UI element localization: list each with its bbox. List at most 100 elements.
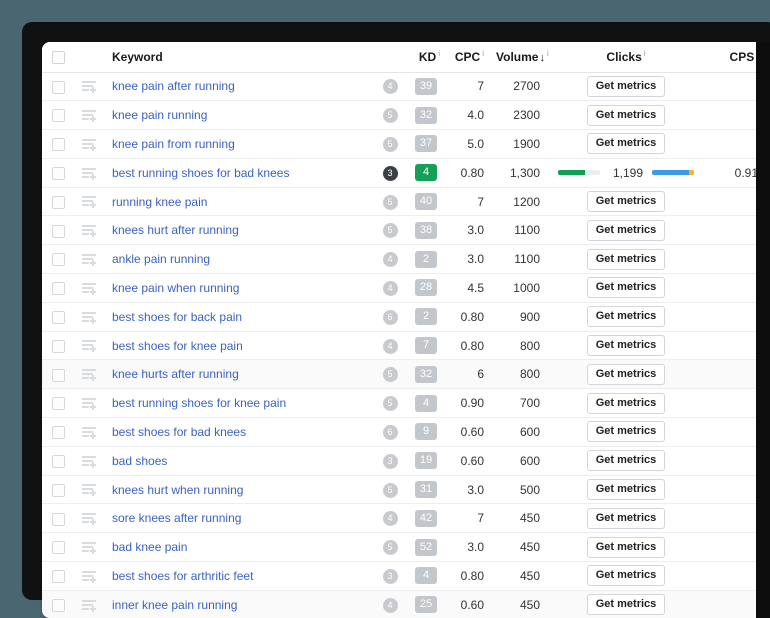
row-checkbox[interactable] [52, 599, 65, 612]
clicks-cell[interactable]: Get metrics [546, 101, 706, 130]
clicks-cell[interactable]: 1,199 [546, 158, 706, 187]
table-row[interactable]: knee pain after running43972700Get metri… [42, 72, 770, 101]
add-to-list-cell[interactable] [74, 302, 104, 331]
add-to-list-icon[interactable] [82, 283, 96, 295]
add-to-list-icon[interactable] [82, 81, 96, 93]
keyword-link[interactable]: best shoes for back pain [112, 310, 242, 324]
row-select-cell[interactable] [42, 101, 74, 130]
table-row[interactable]: knees hurt when running5313.0500Get metr… [42, 475, 770, 504]
clicks-cell[interactable]: Get metrics [546, 504, 706, 533]
clicks-cell[interactable]: Get metrics [546, 245, 706, 274]
add-to-list-icon[interactable] [82, 571, 96, 583]
get-metrics-button[interactable]: Get metrics [587, 191, 666, 212]
table-row[interactable]: best shoes for arthritic feet340.80450Ge… [42, 562, 770, 591]
get-metrics-button[interactable]: Get metrics [587, 508, 666, 529]
get-metrics-button[interactable]: Get metrics [587, 421, 666, 442]
table-row[interactable]: best running shoes for bad knees340.801,… [42, 158, 770, 187]
volume-info-icon[interactable]: i [547, 49, 549, 58]
row-checkbox[interactable] [52, 484, 65, 497]
keyword-link[interactable]: knees hurt when running [112, 483, 243, 497]
row-checkbox[interactable] [52, 109, 65, 122]
get-metrics-button[interactable]: Get metrics [587, 277, 666, 298]
add-to-list-icon[interactable] [82, 340, 96, 352]
clicks-cell[interactable]: Get metrics [546, 446, 706, 475]
table-row[interactable]: knee pain from running5375.01900Get metr… [42, 130, 770, 159]
add-to-list-cell[interactable] [74, 533, 104, 562]
get-metrics-button[interactable]: Get metrics [587, 479, 666, 500]
table-row[interactable]: sore knees after running4427450Get metri… [42, 504, 770, 533]
keyword-link[interactable]: best shoes for bad knees [112, 425, 246, 439]
clicks-cell[interactable]: Get metrics [546, 274, 706, 303]
select-all-header[interactable] [42, 42, 74, 72]
get-metrics-button[interactable]: Get metrics [587, 220, 666, 241]
add-to-list-cell[interactable] [74, 562, 104, 591]
get-metrics-button[interactable]: Get metrics [587, 393, 666, 414]
row-select-cell[interactable] [42, 562, 74, 591]
row-checkbox[interactable] [52, 455, 65, 468]
table-row[interactable]: ankle pain running423.01100Get metrics [42, 245, 770, 274]
row-checkbox[interactable] [52, 541, 65, 554]
add-to-list-icon[interactable] [82, 312, 96, 324]
clicks-cell[interactable]: Get metrics [546, 360, 706, 389]
add-to-list-icon[interactable] [82, 427, 96, 439]
row-checkbox[interactable] [52, 81, 65, 94]
row-select-cell[interactable] [42, 533, 74, 562]
row-checkbox[interactable] [52, 225, 65, 238]
column-header-volume[interactable]: Volume↓i [490, 42, 546, 72]
select-all-checkbox[interactable] [52, 51, 65, 64]
add-to-list-icon[interactable] [82, 513, 96, 525]
get-metrics-button[interactable]: Get metrics [587, 537, 666, 558]
row-select-cell[interactable] [42, 360, 74, 389]
clicks-cell[interactable]: Get metrics [546, 389, 706, 418]
row-select-cell[interactable] [42, 446, 74, 475]
row-select-cell[interactable] [42, 130, 74, 159]
get-metrics-button[interactable]: Get metrics [587, 335, 666, 356]
clicks-cell[interactable]: Get metrics [546, 590, 706, 618]
keyword-link[interactable]: knee pain when running [112, 281, 239, 295]
cpc-info-icon[interactable]: i [482, 49, 484, 58]
keyword-link[interactable]: best shoes for knee pain [112, 339, 243, 353]
keyword-link[interactable]: knee pain from running [112, 137, 235, 151]
table-row[interactable]: bad knee pain5523.0450Get metrics [42, 533, 770, 562]
add-to-list-cell[interactable] [74, 590, 104, 618]
table-row[interactable]: knees hurt after running5383.01100Get me… [42, 216, 770, 245]
table-row[interactable]: knee pain running5324.02300Get metrics [42, 101, 770, 130]
get-metrics-button[interactable]: Get metrics [587, 76, 666, 97]
add-to-list-icon[interactable] [82, 542, 96, 554]
keyword-link[interactable]: knee hurts after running [112, 367, 239, 381]
row-checkbox[interactable] [52, 138, 65, 151]
keyword-link[interactable]: bad knee pain [112, 540, 187, 554]
row-select-cell[interactable] [42, 331, 74, 360]
row-select-cell[interactable] [42, 158, 74, 187]
get-metrics-button[interactable]: Get metrics [587, 364, 666, 385]
row-checkbox[interactable] [52, 513, 65, 526]
row-checkbox[interactable] [52, 340, 65, 353]
row-select-cell[interactable] [42, 72, 74, 101]
clicks-cell[interactable]: Get metrics [546, 302, 706, 331]
add-to-list-cell[interactable] [74, 72, 104, 101]
table-row[interactable]: running knee pain54071200Get metrics [42, 187, 770, 216]
add-to-list-cell[interactable] [74, 274, 104, 303]
add-to-list-cell[interactable] [74, 418, 104, 447]
add-to-list-cell[interactable] [74, 446, 104, 475]
add-to-list-cell[interactable] [74, 504, 104, 533]
add-to-list-icon[interactable] [82, 456, 96, 468]
table-row[interactable]: best shoes for knee pain470.80800Get met… [42, 331, 770, 360]
row-checkbox[interactable] [52, 369, 65, 382]
table-row[interactable]: best shoes for bad knees690.60600Get met… [42, 418, 770, 447]
column-header-kd[interactable]: KDi [406, 42, 446, 72]
add-to-list-cell[interactable] [74, 475, 104, 504]
clicks-cell[interactable]: Get metrics [546, 418, 706, 447]
clicks-cell[interactable]: Get metrics [546, 130, 706, 159]
table-row[interactable]: bad shoes3190.60600Get metrics [42, 446, 770, 475]
add-to-list-icon[interactable] [82, 168, 96, 180]
kd-info-icon[interactable]: i [438, 49, 440, 58]
add-to-list-icon[interactable] [82, 484, 96, 496]
volume-sort-descending-icon[interactable]: ↓ [539, 52, 545, 64]
row-select-cell[interactable] [42, 418, 74, 447]
column-header-keyword[interactable]: Keyword [104, 42, 374, 72]
row-checkbox[interactable] [52, 426, 65, 439]
row-select-cell[interactable] [42, 187, 74, 216]
clicks-cell[interactable]: Get metrics [546, 216, 706, 245]
row-select-cell[interactable] [42, 504, 74, 533]
